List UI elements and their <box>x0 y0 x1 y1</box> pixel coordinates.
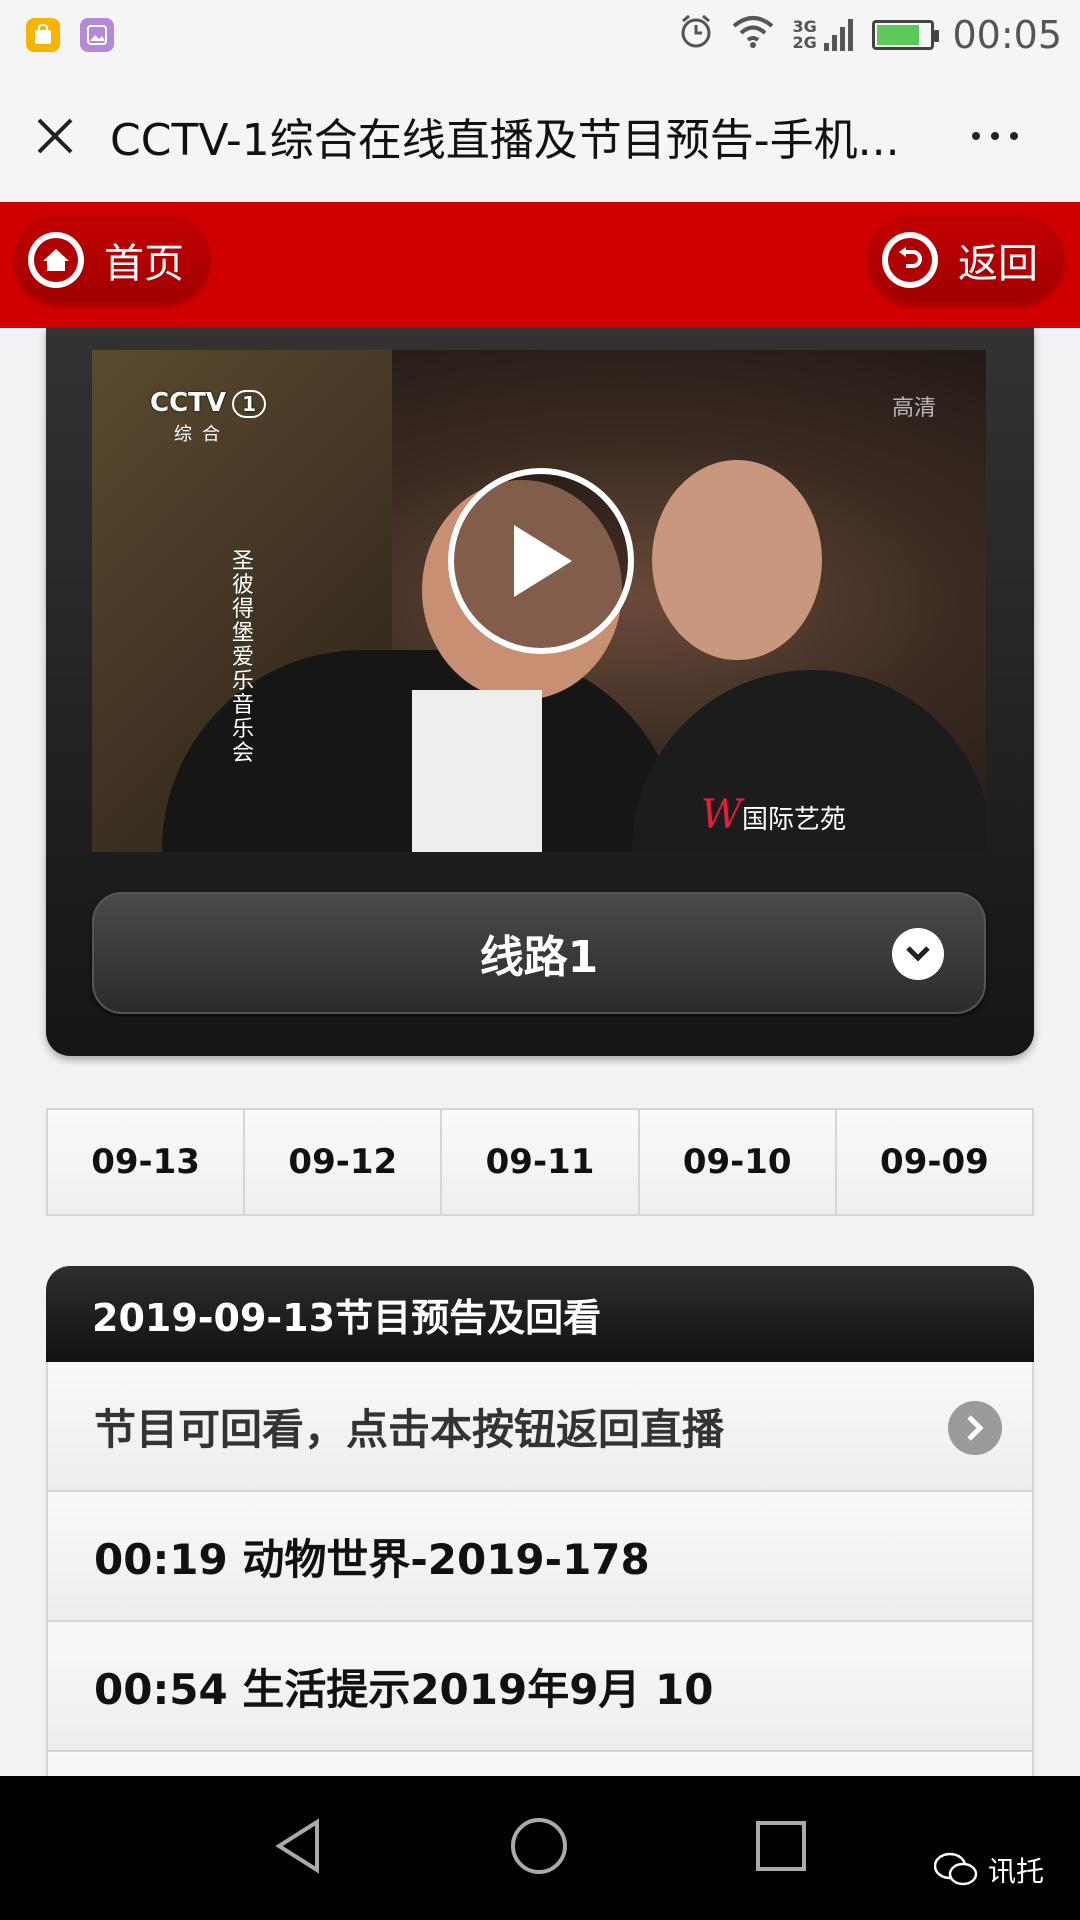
list-item-label: 00:54 生活提示2019年9月 10 <box>94 1664 714 1714</box>
route-selected-label: 线路1 <box>479 932 599 983</box>
triangle-back-icon <box>275 1818 319 1874</box>
nav-recents-button[interactable] <box>755 1820 807 1876</box>
site-nav-bar: 首页 返回 <box>0 202 1080 328</box>
title-bar: CCTV-1综合在线直播及节目预告-手机... <box>0 70 1080 202</box>
player-card: CCTV 1 综合 高清 圣彼得堡爱乐音乐会 W国际艺苑 线路1 <box>46 328 1034 1056</box>
system-nav-bar <box>0 1776 1080 1920</box>
nav-back-button[interactable] <box>273 1818 323 1878</box>
program-caption: 圣彼得堡爱乐音乐会 <box>232 549 255 766</box>
signal-icon: 3G 2G <box>792 17 854 53</box>
play-button[interactable] <box>448 468 634 654</box>
chevron-down-icon <box>892 928 944 980</box>
home-button[interactable]: 首页 <box>14 216 210 304</box>
video-player[interactable]: CCTV 1 综合 高清 圣彼得堡爱乐音乐会 W国际艺苑 <box>92 350 986 852</box>
list-item-label: 00:19 动物世界-2019-178 <box>94 1534 650 1584</box>
page-title: CCTV-1综合在线直播及节目预告-手机... <box>110 115 900 166</box>
date-tabs: 09-13 09-12 09-11 09-10 09-09 <box>46 1108 1034 1216</box>
list-item-label: 节目可回看，点击本按钮返回直播 <box>94 1404 725 1454</box>
alarm-icon <box>678 13 714 58</box>
chevron-right-icon <box>948 1401 1002 1455</box>
status-bar: 3G 2G 00:05 <box>0 0 1080 70</box>
channel-logo: CCTV 1 <box>150 388 267 418</box>
date-tab[interactable]: 09-12 <box>245 1110 443 1214</box>
channel-subtitle: 综合 <box>174 424 230 445</box>
back-button[interactable]: 返回 <box>868 216 1064 304</box>
circle-home-icon <box>511 1818 567 1874</box>
status-time: 00:05 <box>952 13 1062 57</box>
video-frame-figure <box>652 460 822 660</box>
battery-icon <box>872 20 940 50</box>
list-item[interactable]: 00:19 动物世界-2019-178 <box>46 1492 1034 1622</box>
back-arrow-icon <box>882 232 938 288</box>
home-label: 首页 <box>104 241 184 287</box>
back-label: 返回 <box>958 241 1038 287</box>
watermark: 讯托 <box>933 1850 1044 1890</box>
date-tab[interactable]: 09-13 <box>48 1110 246 1214</box>
more-icon <box>972 132 1018 140</box>
home-icon <box>28 232 84 288</box>
wechat-icon <box>933 1852 978 1886</box>
more-options-button[interactable] <box>930 70 1060 202</box>
video-frame-figure <box>412 690 542 852</box>
date-tab[interactable]: 09-09 <box>836 1110 1033 1214</box>
return-live-button[interactable]: 节目可回看，点击本按钮返回直播 <box>46 1362 1034 1492</box>
close-icon <box>37 118 73 154</box>
close-button[interactable] <box>0 70 110 202</box>
list-item[interactable]: 00:54 生活提示2019年9月 10 <box>46 1622 1034 1752</box>
square-recents-icon <box>756 1821 806 1871</box>
gallery-app-icon <box>80 18 114 52</box>
schedule-header: 2019-09-13节目预告及回看 <box>46 1266 1034 1362</box>
nav-home-button[interactable] <box>509 1816 569 1880</box>
notification-app-icon <box>26 18 60 52</box>
program-brand: W国际艺苑 <box>700 792 846 838</box>
route-select[interactable]: 线路1 <box>92 892 986 1014</box>
date-tab[interactable]: 09-10 <box>639 1110 837 1214</box>
play-icon <box>514 525 572 597</box>
date-tab[interactable]: 09-11 <box>442 1110 640 1214</box>
wifi-icon <box>732 13 774 57</box>
hd-mark: 高清 <box>891 396 936 421</box>
